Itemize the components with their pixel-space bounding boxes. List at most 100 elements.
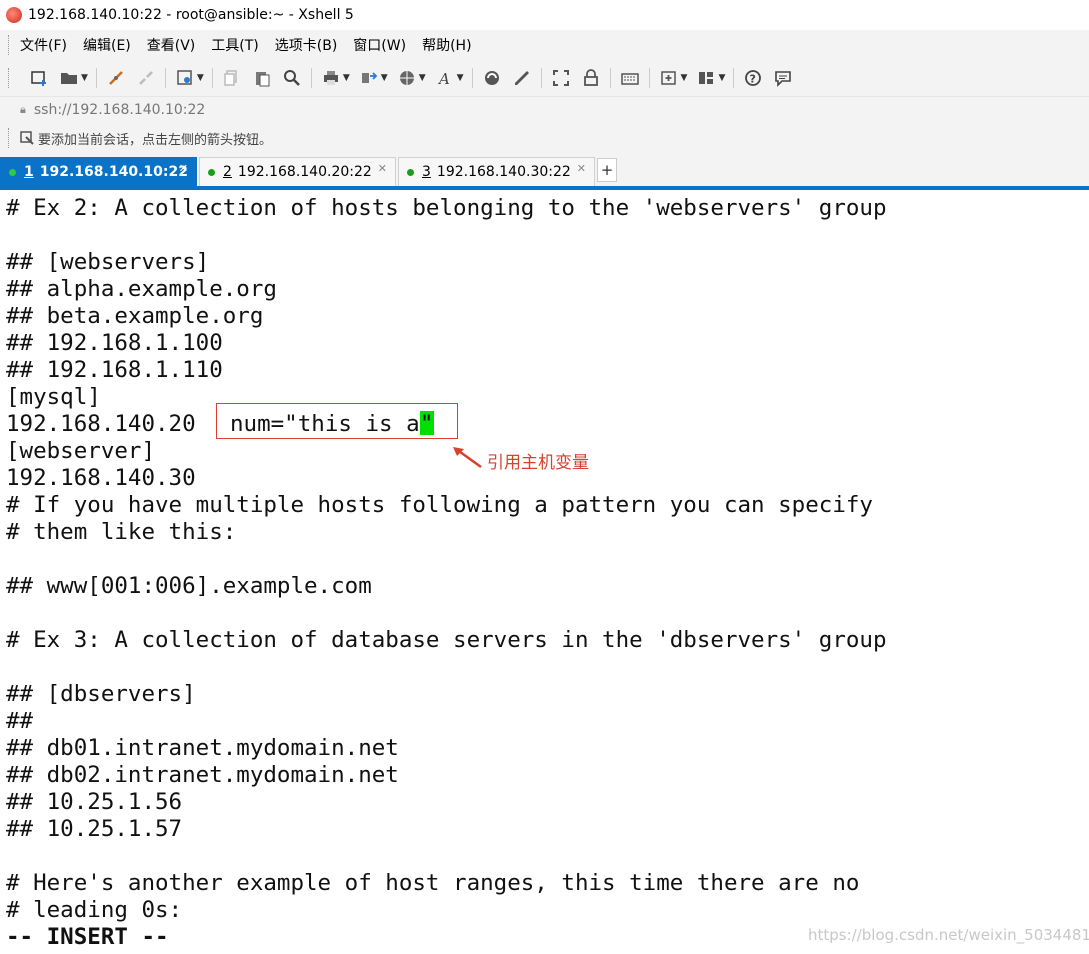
window-title: 192.168.140.10:22 - root@ansible:~ - Xsh…: [28, 7, 354, 23]
menu-help[interactable]: 帮助(H): [422, 35, 471, 55]
terminal-line: ## [webservers]: [6, 249, 210, 275]
terminal-line: [webserver]: [6, 438, 156, 464]
terminal-line: ## 10.25.1.57: [6, 816, 183, 842]
copy-icon[interactable]: [221, 67, 243, 89]
title-bar: 192.168.140.10:22 - root@ansible:~ - Xsh…: [0, 0, 1089, 30]
new-session-icon[interactable]: [28, 67, 50, 89]
tab-number: 1: [24, 164, 34, 180]
session-status-dot: [208, 168, 215, 176]
font-icon[interactable]: A: [434, 67, 456, 89]
connect-icon[interactable]: [105, 67, 127, 89]
lock-icon[interactable]: [580, 67, 602, 89]
help-icon[interactable]: ?: [742, 67, 764, 89]
address-text[interactable]: ssh://192.168.140.10:22: [34, 102, 205, 118]
terminal-line: 192.168.140.20: [6, 411, 196, 437]
compose-icon[interactable]: [511, 67, 533, 89]
toolbar-separator: [648, 68, 650, 88]
terminal-line: # leading 0s:: [6, 897, 183, 923]
session-status-dot: [9, 168, 16, 176]
keyboard-icon[interactable]: [619, 67, 641, 89]
menu-grip: [8, 35, 12, 55]
session-status-dot: [407, 168, 414, 176]
terminal-line: # Ex 3: A collection of database servers…: [6, 627, 887, 653]
tab-bar: 1 192.168.140.10:22 ✕ 2 192.168.140.20:2…: [0, 154, 1089, 186]
tab-label: 192.168.140.10:22: [39, 164, 188, 180]
terminal-line: ## 10.25.1.56: [6, 789, 183, 815]
tab-underline: [0, 186, 1089, 190]
terminal-line: # them like this:: [6, 519, 237, 545]
layout-icon[interactable]: [695, 67, 717, 89]
menu-window[interactable]: 窗口(W): [353, 35, 406, 55]
search-icon[interactable]: [281, 67, 303, 89]
menu-file[interactable]: 文件(F): [20, 35, 67, 55]
properties-icon[interactable]: [174, 67, 196, 89]
terminal-line: ## [dbservers]: [6, 681, 196, 707]
lock-small-icon: 🔒︎: [20, 103, 26, 116]
annotation-arrow-icon: [453, 447, 482, 469]
terminal-line: ## 192.168.1.100: [6, 330, 223, 356]
watermark: https://blog.csdn.net/weixin_50344814: [808, 926, 1089, 944]
add-tab-button[interactable]: +: [597, 158, 617, 182]
terminal-line: [mysql]: [6, 384, 101, 410]
chevron-down-icon[interactable]: ▼: [419, 73, 426, 83]
tab-number: 2: [223, 164, 232, 180]
add-session-arrow-icon[interactable]: [20, 131, 34, 145]
open-folder-icon[interactable]: [58, 67, 80, 89]
new-tab-icon[interactable]: [658, 67, 680, 89]
terminal-area[interactable]: # Ex 2: A collection of hosts belonging …: [0, 192, 1089, 954]
svg-text:A: A: [437, 70, 450, 87]
close-icon[interactable]: ✕: [577, 162, 586, 175]
chevron-down-icon[interactable]: ▼: [197, 73, 204, 83]
chevron-down-icon[interactable]: ▼: [381, 73, 388, 83]
chevron-down-icon[interactable]: ▼: [457, 73, 464, 83]
annotation-highlight-box: [216, 403, 458, 439]
menu-bar: 文件(F) 编辑(E) 查看(V) 工具(T) 选项卡(B) 窗口(W) 帮助(…: [0, 30, 1089, 60]
fullscreen-icon[interactable]: [550, 67, 572, 89]
vim-mode-status: -- INSERT --: [6, 924, 169, 950]
terminal-line: # Here's another example of host ranges,…: [6, 870, 860, 896]
tab-label: 192.168.140.30:22: [436, 164, 571, 180]
toolbar-grip: [8, 68, 12, 88]
transfer-icon[interactable]: [358, 67, 380, 89]
toolbar-separator: [540, 68, 542, 88]
terminal-line: ##: [6, 708, 34, 734]
tab-session-1[interactable]: 1 192.168.140.10:22 ✕: [0, 157, 197, 186]
terminal-line: 192.168.140.30: [6, 465, 196, 491]
terminal-line: ## alpha.example.org: [6, 276, 277, 302]
chevron-down-icon[interactable]: ▼: [718, 73, 725, 83]
xftp-icon[interactable]: [481, 67, 503, 89]
menu-tabs[interactable]: 选项卡(B): [275, 35, 338, 55]
toolbar-separator: [310, 68, 312, 88]
chat-icon[interactable]: [772, 67, 794, 89]
tab-session-3[interactable]: 3 192.168.140.30:22 ✕: [398, 157, 595, 186]
svg-text:?: ?: [750, 73, 756, 86]
terminal-line: ## db02.intranet.mydomain.net: [6, 762, 399, 788]
address-bar[interactable]: 🔒︎ ssh://192.168.140.10:22: [0, 96, 1089, 123]
menu-edit[interactable]: 编辑(E): [83, 35, 131, 55]
close-icon[interactable]: ✕: [378, 162, 387, 175]
terminal-line: # Ex 2: A collection of hosts belonging …: [6, 195, 887, 221]
tab-number: 3: [422, 164, 431, 180]
disconnect-icon[interactable]: [135, 67, 157, 89]
terminal-line: ## www[001:006].example.com: [6, 573, 372, 599]
tab-session-2[interactable]: 2 192.168.140.20:22 ✕: [199, 157, 396, 186]
menu-view[interactable]: 查看(V): [147, 35, 196, 55]
globe-icon[interactable]: [396, 67, 418, 89]
toolbar-separator: [733, 68, 735, 88]
terminal-line: ## beta.example.org: [6, 303, 264, 329]
annotation-label: 引用主机变量: [487, 453, 589, 473]
xshell-logo-icon: [6, 7, 22, 23]
close-icon[interactable]: ✕: [179, 162, 188, 175]
chevron-down-icon[interactable]: ▼: [343, 73, 350, 83]
tab-label: 192.168.140.20:22: [237, 164, 372, 180]
menu-tools[interactable]: 工具(T): [211, 35, 258, 55]
print-icon[interactable]: [320, 67, 342, 89]
hintbar-grip: [8, 128, 12, 148]
toolbar-separator: [164, 68, 166, 88]
toolbar-separator: [609, 68, 611, 88]
paste-icon[interactable]: [251, 67, 273, 89]
chevron-down-icon[interactable]: ▼: [81, 73, 88, 83]
hint-text: 要添加当前会话，点击左侧的箭头按钮。: [38, 132, 273, 148]
terminal-line: ## 192.168.1.110: [6, 357, 223, 383]
chevron-down-icon[interactable]: ▼: [681, 73, 688, 83]
